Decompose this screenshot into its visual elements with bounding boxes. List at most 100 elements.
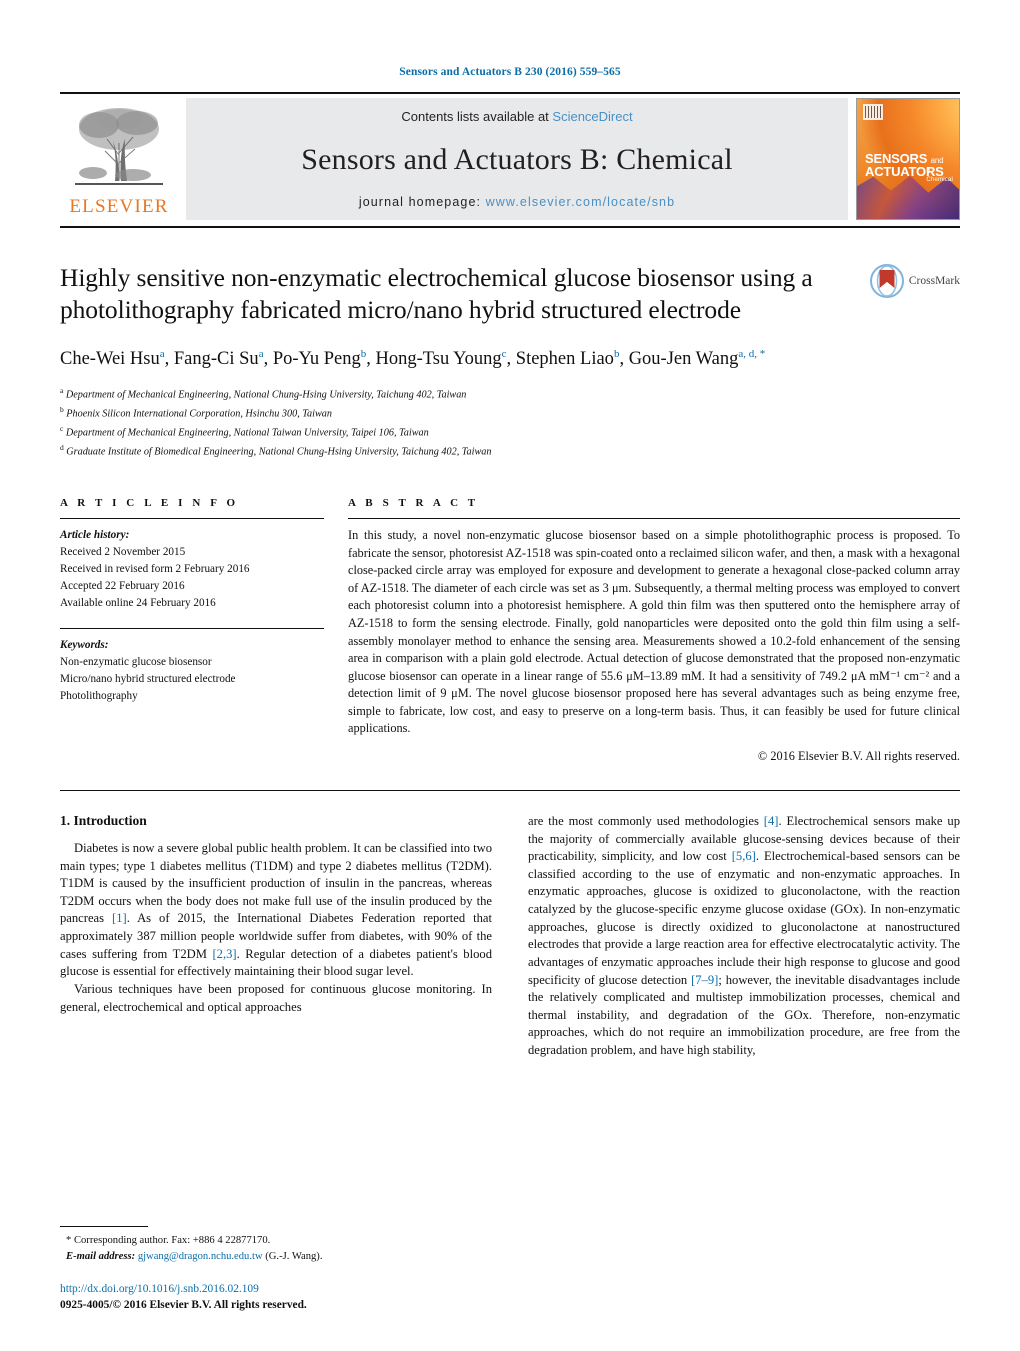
issn-copyright-line: 0925-4005/© 2016 Elsevier B.V. All right… [60,1298,307,1311]
keyword-item: Non-enzymatic glucose biosensor [60,656,212,669]
paragraph: are the most commonly used methodologies… [528,813,961,1058]
cover-elsevier-mark-icon [863,104,883,120]
contents-available-line: Contents lists available at ScienceDirec… [401,109,632,124]
cover-series-letter: B Chemical [926,151,953,183]
doi-link[interactable]: http://dx.doi.org/10.1016/j.snb.2016.02.… [60,1281,486,1297]
contents-prefix: Contents lists available at [401,109,553,124]
article-info-column: A R T I C L E I N F O Article history: R… [60,497,348,764]
author-item: Hong-Tsu Youngc, [375,348,516,369]
article-history-group: Article history: Received 2 November 201… [60,527,324,612]
author-name: Hong-Tsu Young [375,348,502,369]
affiliation-list: a Department of Mechanical Engineering, … [60,385,960,461]
author-affil-mark: a, d, * [738,347,766,360]
journal-homepage-line: journal homepage: www.elsevier.com/locat… [359,195,675,209]
author-item: Che-Wei Hsua, [60,348,174,369]
author-item: Fang-Ci Sua, [173,348,273,369]
article-info-rule [60,518,324,520]
author-name: Gou-Jen Wang [628,348,739,369]
abstract-heading: A B S T R A C T [348,497,479,510]
email-note: E-mail address: gjwang@dragon.nchu.edu.t… [60,1249,486,1265]
author-sep: , [619,348,629,369]
abstract-copyright: © 2016 Elsevier B.V. All rights reserved… [757,748,960,763]
crossmark-label: CrossMark [908,275,960,287]
abstract-column: A B S T R A C T In this study, a novel n… [348,497,960,764]
reference-link[interactable]: [7–9] [691,973,718,987]
cover-letter: B [926,168,931,175]
author-name: Stephen Liao [515,348,614,369]
affiliation-text: Phoenix Silicon International Corporatio… [66,408,332,420]
body-right-column: are the most commonly used methodologies… [528,813,960,1060]
author-list: Che-Wei Hsua, Fang-Ci Sua, Po-Yu Pengb, … [60,347,850,373]
body-left-column: 1. Introduction Diabetes is now a severe… [60,813,492,1060]
email-suffix: (G.-J. Wang). [262,1250,323,1262]
affiliation-mark: a [60,386,64,396]
history-item: Accepted 22 February 2016 [60,580,185,593]
corresponding-author-note: * Corresponding author. Fax: +886 4 2287… [66,1234,271,1246]
affiliation-mark: d [60,443,64,453]
author-item: Po-Yu Pengb, [272,348,376,369]
reference-link[interactable]: [1] [112,911,127,925]
author-item: Stephen Liaob, [515,348,629,369]
article-history-label: Article history: [60,529,130,542]
masthead-bottom-rule [60,226,960,228]
footnote-rule [60,1225,148,1227]
journal-masthead: ELSEVIER Contents lists available at Sci… [60,98,960,220]
journal-title: Sensors and Actuators B: Chemical [301,142,733,176]
section-title-introduction: 1. Introduction [60,812,147,828]
elsevier-logo[interactable]: ELSEVIER [60,98,178,220]
journal-homepage-link[interactable]: www.elsevier.com/locate/snb [486,195,676,209]
abstract-text: In this study, a novel non-enzymatic glu… [348,528,960,736]
body-separator-rule [60,789,960,791]
affiliation-item: d Graduate Institute of Biomedical Engin… [60,442,960,461]
paper-page: Sensors and Actuators B 230 (2016) 559–5… [0,0,1020,1351]
history-item: Received in revised form 2 February 2016 [60,563,250,576]
author-name: Fang-Ci Su [173,348,259,369]
paragraph: Various techniques have been proposed fo… [60,981,492,1014]
masthead-top-rule [60,92,960,94]
elsevier-wordmark: ELSEVIER [69,196,169,217]
history-item: Received 2 November 2015 [60,546,186,559]
email-link[interactable]: gjwang@dragon.nchu.edu.tw [138,1251,263,1262]
affiliation-item: c Department of Mechanical Engineering, … [60,423,960,442]
affiliation-text: Graduate Institute of Biomedical Enginee… [66,446,492,458]
reference-link[interactable]: [2,3] [212,947,236,961]
author-sep: , [263,348,273,369]
author-name: Che-Wei Hsu [60,348,160,369]
author-item: Gou-Jen Wanga, d, * [628,347,766,369]
author-sep: , [164,348,174,369]
title-block: Highly sensitive non-enzymatic electroch… [60,262,960,327]
crossmark-badge[interactable]: CrossMark [869,264,960,298]
crossmark-icon [869,264,904,298]
keywords-label: Keywords: [60,639,109,652]
info-abstract-section: A R T I C L E I N F O Article history: R… [60,497,960,764]
author-name: Po-Yu Peng [272,348,361,369]
paragraph: Diabetes is now a severe global public h… [60,840,492,979]
affiliation-text: Department of Mechanical Engineering, Na… [65,427,429,439]
homepage-prefix: journal homepage: [358,195,486,209]
keyword-item: Micro/nano hybrid structured electrode [60,673,236,686]
keywords-group: Keywords: Non-enzymatic glucose biosenso… [60,628,324,705]
page-title: Highly sensitive non-enzymatic electroch… [60,263,813,325]
keywords-rule [60,628,324,630]
abstract-rule [348,518,960,520]
reference-link[interactable]: [4] [764,814,779,828]
affiliation-mark: c [60,424,64,434]
cover-letter-sub: Chemical [926,176,953,183]
sciencedirect-link[interactable]: ScienceDirect [552,109,632,124]
affiliation-item: a Department of Mechanical Engineering, … [60,385,960,404]
page-footer: * Corresponding author. Fax: +886 4 2287… [60,1225,486,1313]
journal-cover-thumbnail[interactable]: SENSORS and ACTUATORS B Chemical [856,98,960,220]
running-head: Sensors and Actuators B 230 (2016) 559–5… [399,66,621,78]
affiliation-mark: b [60,405,64,415]
email-label: E-mail address: [66,1250,136,1262]
article-info-heading: A R T I C L E I N F O [60,497,239,510]
affiliation-item: b Phoenix Silicon International Corporat… [60,404,960,423]
reference-link[interactable]: [5,6] [732,849,756,863]
masthead-center: Contents lists available at ScienceDirec… [186,98,848,220]
body-columns: 1. Introduction Diabetes is now a severe… [60,813,960,1060]
keyword-item: Photolithography [60,690,138,703]
author-sep: , [506,348,516,369]
elsevier-tree-icon [75,108,163,185]
affiliation-text: Department of Mechanical Engineering, Na… [65,389,467,401]
history-item: Available online 24 February 2016 [60,597,216,610]
